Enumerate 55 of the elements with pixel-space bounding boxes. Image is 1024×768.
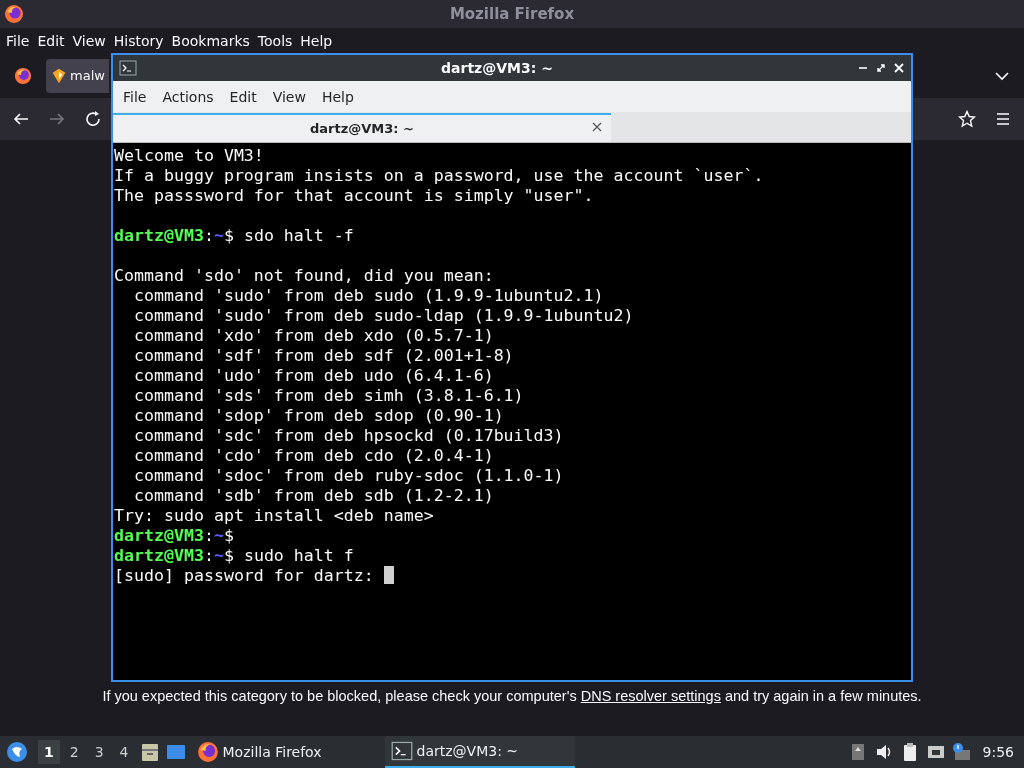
terminal-text: command 'xdo' from deb xdo (0.5.7-1) [132,326,494,345]
terminal-text: command 'sdop' from deb sdop (0.90-1) [132,406,504,425]
notification-icon[interactable] [950,741,973,763]
terminal-icon [390,740,413,762]
firefox-icon [196,741,219,763]
menu-item[interactable]: Tools [253,32,297,49]
menu-item[interactable]: Edit [33,32,69,49]
message-text: If you expected this category to be blocked, please check your computer's [102,688,578,704]
terminal-text: [sudo] password for dartz: [114,566,375,585]
menu-item[interactable]: View [68,32,110,49]
terminal-tab[interactable]: dartz@VM3: ~ [113,113,611,142]
desktop-button[interactable]: 4 [113,740,135,764]
desktop-button[interactable]: 2 [63,740,85,764]
browser-tab[interactable]: malw [46,58,109,93]
close-icon[interactable] [591,121,603,133]
terminal-text: The passsword for that account is simply "user". [114,186,594,205]
terminal-icon [119,60,137,76]
terminal-text: If a buggy program insists on a password, use the account `user`. [114,166,764,185]
menu-item[interactable]: View [264,88,314,105]
terminal-text: Welcome to VM3! [114,146,264,165]
terminal-text: command 'udo' from deb udo (6.4.1-6) [132,366,494,385]
message-text: and try again in a few minutes. [723,688,922,704]
firefox-icon [4,4,24,24]
settings-link[interactable]: DNS resolver settings [580,688,721,704]
tab-icon [51,67,67,84]
terminal-text: command 'sudo' from deb sudo (1.9.9-1ubuntu2.1) [132,286,604,305]
terminal-text: command 'cdo' from deb cdo (2.0.4-1) [132,446,494,465]
desktop-button[interactable]: 1 [38,740,60,764]
menu-item[interactable]: Actions [154,88,222,105]
taskbar-task[interactable]: dartz@VM3: ~ [384,736,575,768]
menu-item[interactable]: File [115,88,155,105]
window-title: dartz@VM3: ~ [440,60,554,76]
terminal-text: Try: sudo apt install <deb name> [114,506,434,525]
menu-item[interactable]: File [2,32,34,49]
terminal-text: command 'sudo' from deb sudo-ldap (1.9.9-1ubuntu2) [132,306,634,325]
terminal-prompt: dartz@VM3:~$ sdo halt -f [114,226,354,245]
taskbar-task[interactable]: Mozilla Firefox [190,736,381,768]
menu-item[interactable]: Edit [221,88,265,105]
terminal-text: command 'sdc' from deb hpsockd (0.17build3) [132,426,564,445]
terminal-text: command 'sds' from deb simh (3.8.1-6.1) [132,386,524,405]
clock: 9:56 [982,744,1014,760]
menu-item[interactable]: Help [313,88,362,105]
terminal-text: command 'sdb' from deb sdb (1.2-2.1) [132,486,494,505]
terminal-text: command 'sdf' from deb sdf (2.001+1-8) [132,346,514,365]
window-title: Mozilla Firefox [449,5,575,23]
menu-item[interactable]: Help [296,32,337,49]
terminal-text: command 'sdoc' from deb ruby-sdoc (1.1.0-1) [132,466,564,485]
start-menu-icon[interactable] [6,741,28,763]
terminal-prompt: dartz@VM3:~$ sudo halt f [114,546,354,565]
terminal-prompt: dartz@VM3:~$ [114,526,234,545]
menu-item[interactable]: History [109,32,168,49]
desktop-button[interactable]: 3 [88,740,110,764]
terminal-text: Command 'sdo' not found, did you mean: [114,266,494,285]
menu-item[interactable]: Bookmarks [167,32,254,49]
maximize-icon[interactable] [875,62,887,74]
